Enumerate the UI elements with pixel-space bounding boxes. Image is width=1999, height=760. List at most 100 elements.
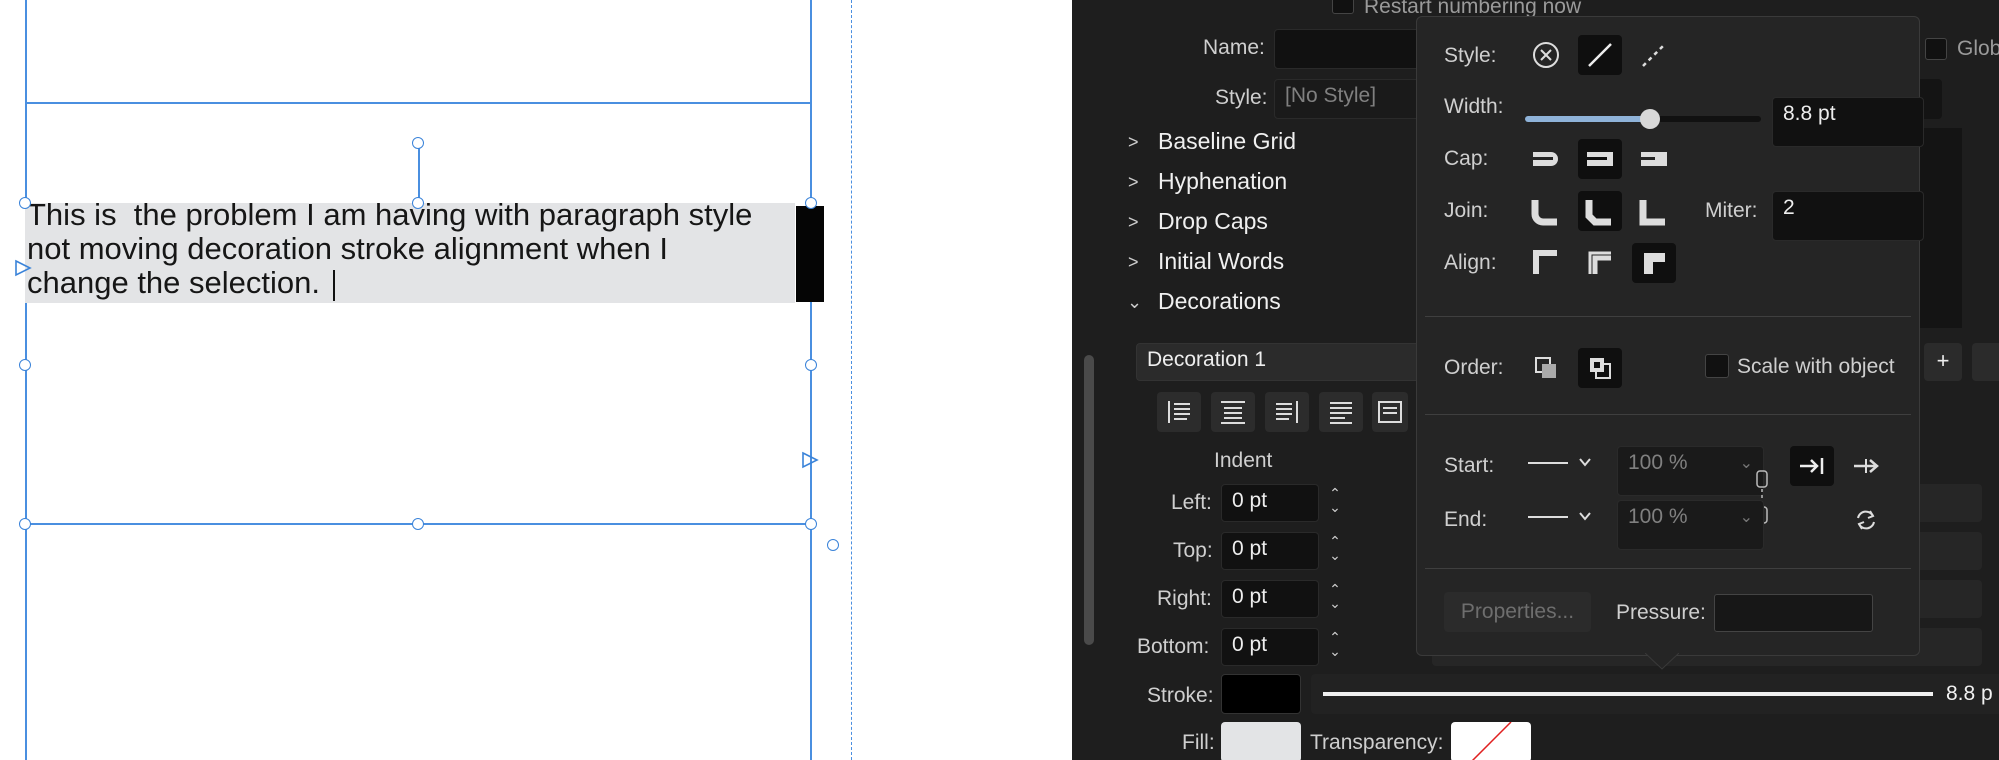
rotation-stem bbox=[418, 143, 420, 203]
indent-right-label: Right: bbox=[1157, 587, 1212, 610]
stroke-style-label: Style: bbox=[1444, 44, 1497, 67]
handle-bottom-right[interactable] bbox=[805, 518, 817, 530]
chevron-down-icon: ⌄ bbox=[1739, 455, 1753, 472]
column-guide bbox=[851, 0, 852, 760]
decoration-top-bottom-icon[interactable] bbox=[1211, 392, 1255, 432]
indent-left-stepper[interactable]: ⌃ ⌄ bbox=[1326, 486, 1344, 518]
align-outside-icon[interactable] bbox=[1632, 243, 1676, 283]
swap-arrowheads-icon[interactable] bbox=[1844, 500, 1888, 540]
indent-right-stepper[interactable]: ⌃ ⌄ bbox=[1326, 582, 1344, 614]
join-round-icon[interactable] bbox=[1524, 191, 1568, 231]
stroke-preview-button[interactable] bbox=[1311, 674, 1999, 714]
section-initial-words[interactable]: Initial Words bbox=[1158, 248, 1284, 275]
popover-pointer bbox=[1645, 653, 1679, 670]
handle-middle-right[interactable] bbox=[805, 359, 817, 371]
no-stroke-icon[interactable] bbox=[1524, 35, 1568, 75]
handle-bottom-center[interactable] bbox=[412, 518, 424, 530]
handle-top-right[interactable] bbox=[805, 197, 817, 209]
cap-square-icon[interactable] bbox=[1578, 139, 1622, 179]
frame-left-edge bbox=[25, 0, 27, 760]
miter-label: Miter: bbox=[1705, 199, 1758, 222]
indent-top-stepper[interactable]: ⌃ ⌄ bbox=[1326, 534, 1344, 566]
stroke-width-slider[interactable] bbox=[1525, 109, 1761, 129]
decoration-box-icon[interactable] bbox=[1372, 392, 1408, 432]
cap-round-icon[interactable] bbox=[1524, 139, 1568, 179]
solid-line-icon[interactable] bbox=[1578, 35, 1622, 75]
scale-with-object-checkbox[interactable] bbox=[1705, 354, 1729, 378]
indent-right-input[interactable]: 0 pt bbox=[1221, 580, 1319, 618]
cap-butt-icon[interactable] bbox=[1632, 139, 1676, 179]
text-flow-out-icon[interactable] bbox=[801, 451, 819, 469]
global-label: Glob bbox=[1957, 37, 1999, 60]
end-scale-select[interactable]: 100 % ⌄ bbox=[1617, 500, 1764, 550]
chevron-right-icon[interactable]: > bbox=[1128, 172, 1139, 193]
document-canvas[interactable]: This is the problem I am having with par… bbox=[0, 0, 1072, 760]
stroke-label: Stroke: bbox=[1147, 684, 1214, 707]
handle-top-left[interactable] bbox=[19, 197, 31, 209]
miter-input[interactable]: 2 bbox=[1772, 191, 1924, 241]
name-input[interactable] bbox=[1274, 29, 1424, 69]
handle-link-out[interactable] bbox=[827, 539, 839, 551]
end-label: End: bbox=[1444, 508, 1488, 531]
frame-right-edge bbox=[810, 0, 812, 760]
fill-color-swatch[interactable] bbox=[1221, 722, 1301, 760]
decoration-left-bar-icon[interactable] bbox=[1157, 392, 1201, 432]
order-front-icon[interactable] bbox=[1578, 348, 1622, 388]
arrow-to-end-icon[interactable] bbox=[1790, 446, 1834, 486]
stroke-width-readout: 8.8 p bbox=[1946, 682, 1993, 705]
pressure-label: Pressure: bbox=[1616, 601, 1706, 624]
section-drop-caps[interactable]: Drop Caps bbox=[1158, 208, 1268, 235]
chevron-down-icon[interactable]: ⌄ bbox=[1127, 292, 1142, 313]
start-arrowhead-select[interactable] bbox=[1524, 448, 1604, 484]
section-decorations[interactable]: Decorations bbox=[1158, 288, 1281, 315]
style-select[interactable]: [No Style] bbox=[1274, 79, 1424, 119]
text-flow-in-icon[interactable] bbox=[14, 259, 32, 277]
global-checkbox[interactable] bbox=[1925, 38, 1947, 60]
restart-numbering-checkbox[interactable] bbox=[1332, 0, 1354, 14]
indent-left-input[interactable]: 0 pt bbox=[1221, 484, 1319, 522]
slider-knob[interactable] bbox=[1640, 109, 1661, 129]
align-label: Align: bbox=[1444, 251, 1497, 274]
properties-button[interactable]: Properties... bbox=[1444, 592, 1591, 632]
chevron-right-icon[interactable]: > bbox=[1128, 132, 1139, 153]
arrow-past-end-icon[interactable] bbox=[1844, 446, 1888, 486]
chevron-right-icon[interactable]: > bbox=[1128, 252, 1139, 273]
section-hyphenation[interactable]: Hyphenation bbox=[1158, 168, 1287, 195]
end-arrowhead-select[interactable] bbox=[1524, 502, 1604, 538]
add-decoration-button[interactable]: + bbox=[1924, 343, 1962, 381]
start-scale-select[interactable]: 100 % ⌄ bbox=[1617, 446, 1764, 496]
panel-scrollbar[interactable] bbox=[1084, 355, 1094, 645]
decoration-select[interactable]: Decoration 1 bbox=[1136, 343, 1426, 381]
section-baseline-grid[interactable]: Baseline Grid bbox=[1158, 128, 1296, 155]
chevron-right-icon[interactable]: > bbox=[1128, 212, 1139, 233]
rotate-handle[interactable] bbox=[412, 137, 424, 149]
stroke-popover: Style: Width: 8.8 pt Cap: Join: Miter: 2… bbox=[1416, 16, 1924, 670]
align-inside-icon[interactable] bbox=[1578, 243, 1622, 283]
align-center-icon[interactable] bbox=[1524, 243, 1568, 283]
decoration-underline-icon[interactable] bbox=[1319, 392, 1363, 432]
order-behind-icon[interactable] bbox=[1524, 348, 1568, 388]
transparency-swatch[interactable] bbox=[1451, 722, 1531, 760]
indent-bottom-stepper[interactable]: ⌃ ⌄ bbox=[1326, 630, 1344, 662]
more-decoration-button[interactable] bbox=[1972, 343, 1999, 381]
stroke-width-label: Width: bbox=[1444, 95, 1504, 118]
indent-bottom-input[interactable]: 0 pt bbox=[1221, 628, 1319, 666]
paragraph-text[interactable]: This is the problem I am having with par… bbox=[27, 198, 802, 300]
join-miter-icon[interactable] bbox=[1632, 191, 1676, 231]
handle-middle-left[interactable] bbox=[19, 359, 31, 371]
stroke-width-input[interactable]: 8.8 pt bbox=[1772, 97, 1924, 147]
handle-bottom-left[interactable] bbox=[19, 518, 31, 530]
dashed-line-icon[interactable] bbox=[1632, 35, 1676, 75]
pressure-graph[interactable] bbox=[1714, 594, 1873, 632]
indent-top-input[interactable]: 0 pt bbox=[1221, 532, 1319, 570]
join-bevel-icon[interactable] bbox=[1578, 191, 1622, 231]
order-label: Order: bbox=[1444, 356, 1504, 379]
name-label: Name: bbox=[1203, 36, 1265, 59]
indent-top-label: Top: bbox=[1173, 539, 1213, 562]
fill-label: Fill: bbox=[1182, 731, 1215, 754]
handle-top-center[interactable] bbox=[412, 197, 424, 209]
decoration-right-bar-icon[interactable] bbox=[1265, 392, 1309, 432]
stroke-color-swatch[interactable] bbox=[1221, 674, 1301, 714]
text-cursor bbox=[333, 270, 335, 301]
indent-left-label: Left: bbox=[1171, 491, 1212, 514]
